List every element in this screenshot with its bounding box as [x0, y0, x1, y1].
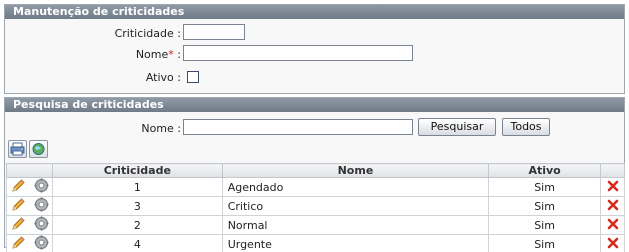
cell-nome: Urgente [221, 234, 490, 252]
delete-x-icon[interactable] [607, 218, 619, 233]
maintenance-panel: Manutenção de criticidades Criticidade :… [4, 4, 625, 94]
maintenance-panel-title: Manutenção de criticidades [5, 5, 624, 19]
delete-x-icon[interactable] [607, 237, 619, 252]
criticidade-input[interactable] [183, 24, 245, 40]
table-row: 1 Agendado Sim [6, 177, 625, 197]
gear-icon[interactable] [34, 197, 49, 215]
cell-ativo: Sim [488, 196, 601, 216]
row-delete-cell [600, 215, 625, 235]
search-panel-title: Pesquisa de criticidades [5, 98, 624, 112]
row-delete-cell [600, 177, 625, 197]
column-header-ativo[interactable]: Ativo [488, 163, 601, 178]
criticidade-label: Criticidade : [114, 27, 181, 40]
required-asterisk: * [168, 48, 174, 61]
refresh-button[interactable] [29, 140, 48, 158]
table-row: 4 Urgente Sim [6, 234, 625, 252]
cell-ativo: Sim [488, 177, 601, 197]
delete-column-header [600, 163, 625, 178]
cell-criticidade: 2 [51, 215, 223, 235]
column-header-criticidade[interactable]: Criticidade [51, 163, 223, 178]
column-header-nome[interactable]: Nome [221, 163, 490, 178]
printer-icon [10, 142, 25, 156]
cell-criticidade: 4 [51, 234, 223, 252]
nome-input[interactable] [183, 45, 413, 61]
cell-nome: Agendado [221, 177, 490, 197]
criticidades-table: Criticidade Nome Ativo 1 Agendado Sim 3 … [6, 163, 625, 252]
table-row: 3 Critico Sim [6, 196, 625, 216]
search-nome-label: Nome : [141, 122, 181, 135]
edit-pencil-icon[interactable] [11, 197, 26, 215]
row-actions [6, 215, 53, 235]
search-nome-input[interactable] [183, 119, 413, 135]
edit-pencil-icon[interactable] [11, 235, 26, 252]
print-button[interactable] [8, 140, 27, 158]
delete-x-icon[interactable] [607, 180, 619, 195]
cell-ativo: Sim [488, 234, 601, 252]
edit-pencil-icon[interactable] [11, 216, 26, 234]
ativo-checkbox[interactable] [187, 71, 199, 83]
cell-nome: Critico [221, 196, 490, 216]
row-delete-cell [600, 196, 625, 216]
row-actions [6, 196, 53, 216]
cell-criticidade: 3 [51, 196, 223, 216]
cell-nome: Normal [221, 215, 490, 235]
row-delete-cell [600, 234, 625, 252]
gear-icon[interactable] [34, 235, 49, 252]
ativo-label: Ativo : [145, 71, 181, 84]
gear-icon[interactable] [34, 216, 49, 234]
table-row: 2 Normal Sim [6, 215, 625, 235]
edit-pencil-icon[interactable] [11, 178, 26, 196]
globe-refresh-icon [32, 143, 45, 155]
delete-x-icon[interactable] [607, 199, 619, 214]
nome-label: Nome* : [135, 48, 181, 61]
table-header-row: Criticidade Nome Ativo [6, 163, 625, 178]
actions-column-header [6, 163, 53, 178]
gear-icon[interactable] [34, 178, 49, 196]
row-actions [6, 177, 53, 197]
cell-ativo: Sim [488, 215, 601, 235]
row-actions [6, 234, 53, 252]
todos-button[interactable]: Todos [502, 118, 550, 136]
pesquisar-button[interactable]: Pesquisar [418, 118, 496, 136]
cell-criticidade: 1 [51, 177, 223, 197]
search-panel: Pesquisa de criticidades Nome : Pesquisa… [4, 97, 625, 252]
